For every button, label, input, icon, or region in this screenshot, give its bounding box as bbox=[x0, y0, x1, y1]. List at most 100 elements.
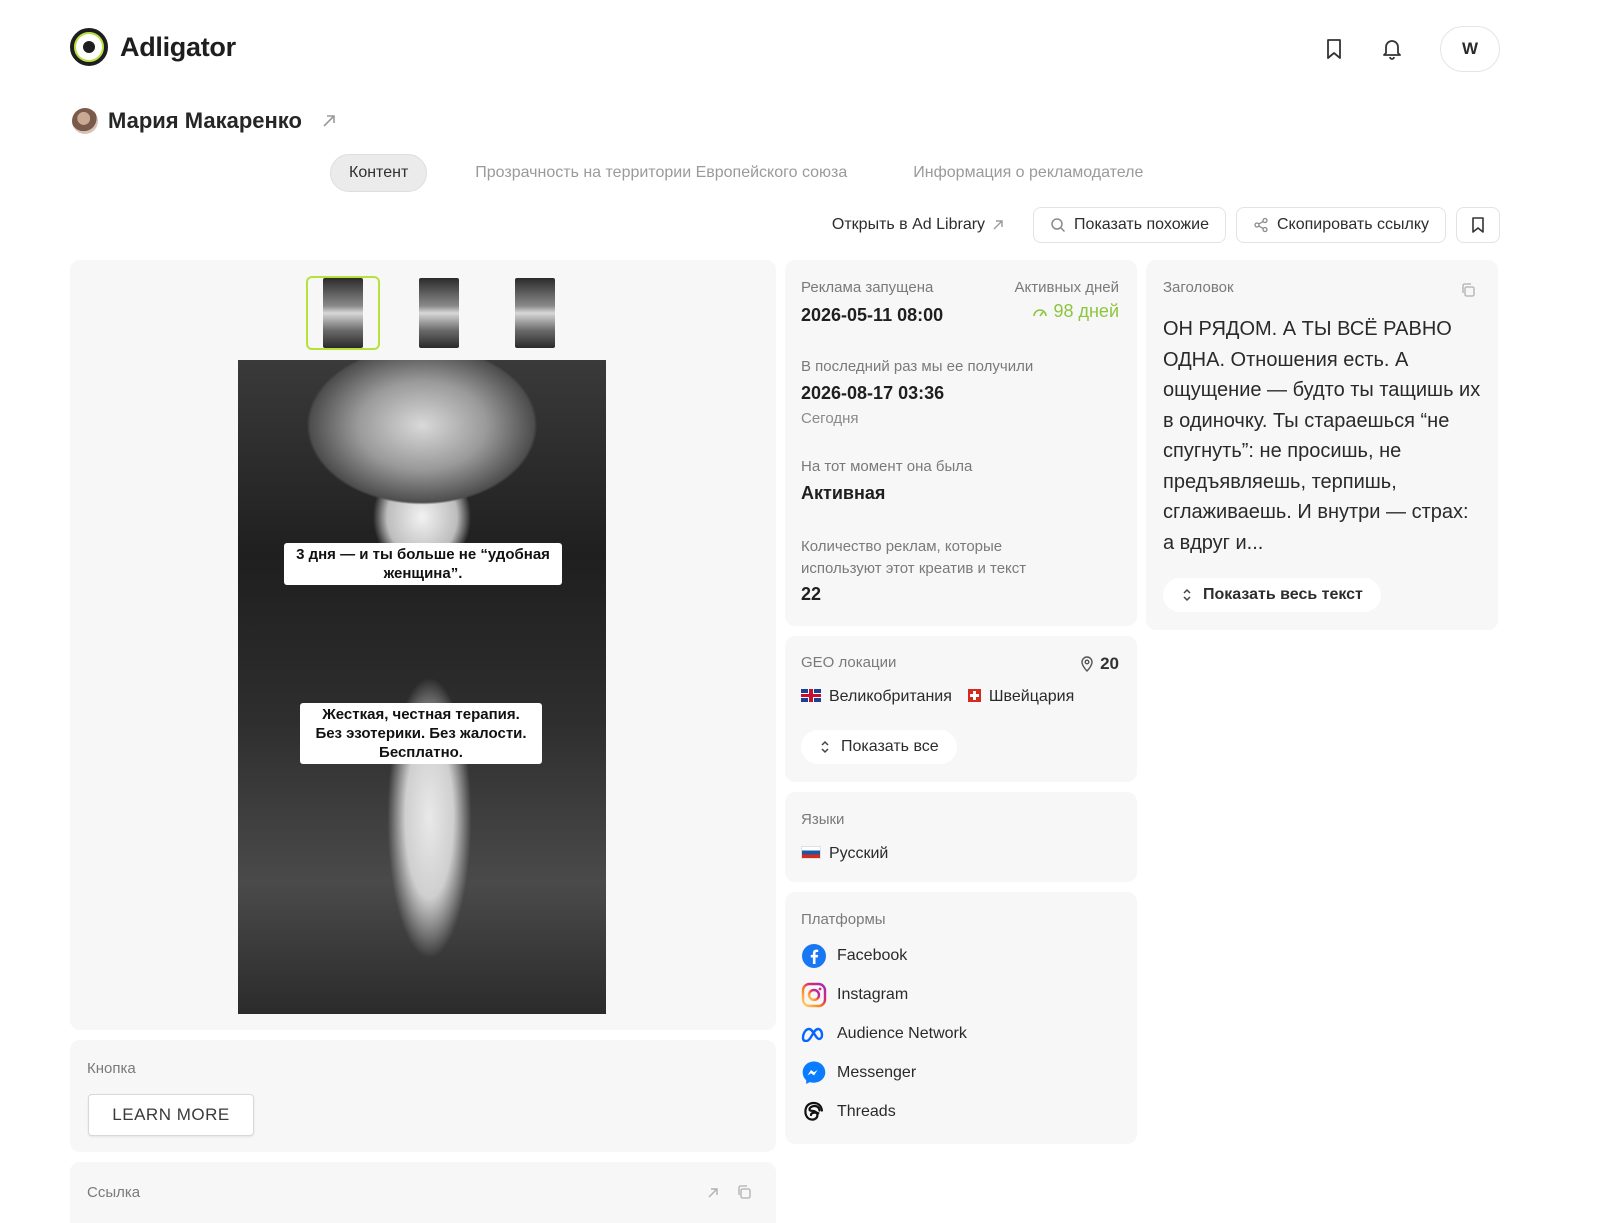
show-full-text-label: Показать весь текст bbox=[1203, 586, 1363, 603]
copy-icon[interactable] bbox=[736, 1184, 752, 1200]
location-pin-icon bbox=[1081, 656, 1093, 672]
platform-name: Audience Network bbox=[837, 1025, 967, 1042]
show-similar-label: Показать похожие bbox=[1074, 216, 1209, 233]
country-item: Швейцария bbox=[967, 688, 1075, 706]
languages-panel: Языки Русский bbox=[785, 792, 1137, 882]
ad-count-value: 22 bbox=[801, 584, 822, 604]
open-ad-library-label: Открыть в Ad Library bbox=[831, 216, 986, 233]
geo-count-value: 20 bbox=[1100, 654, 1119, 673]
creative-caption-bottom: Жесткая, честная терапия. Без эзотерики.… bbox=[300, 703, 542, 764]
headline-label: Заголовок bbox=[1163, 279, 1234, 296]
ad-count-label: Количество реклам, которые используют эт… bbox=[801, 538, 1027, 577]
geo-countries: Великобритания Швейцария bbox=[801, 688, 1074, 706]
action-bar: Открыть в Ad Library Показать похожие Ск… bbox=[832, 207, 1500, 243]
logo[interactable]: Adligator bbox=[70, 28, 236, 66]
messenger-icon bbox=[801, 1060, 827, 1086]
active-days-value: 98 дней bbox=[1053, 301, 1119, 321]
instagram-icon bbox=[801, 982, 827, 1008]
user-avatar-button[interactable]: W bbox=[1440, 26, 1500, 72]
creative-caption-top: 3 дня — и ты больше не “удобная женщина”… bbox=[284, 543, 562, 585]
thumbnail-image bbox=[515, 278, 555, 348]
languages-label: Языки bbox=[801, 811, 845, 828]
platform-name: Instagram bbox=[837, 986, 909, 1003]
last-seen-value: 2026-08-17 03:36 bbox=[801, 383, 945, 403]
launched-label: Реклама запущена bbox=[801, 279, 934, 296]
creative-image[interactable]: 3 дня — и ты больше не “удобная женщина”… bbox=[238, 360, 606, 1014]
uk-flag-icon bbox=[801, 689, 821, 702]
show-full-text-button[interactable]: Показать весь текст bbox=[1163, 578, 1381, 612]
thumbnail-3[interactable] bbox=[498, 276, 572, 350]
advertiser-avatar bbox=[72, 108, 98, 134]
save-bookmark-button[interactable] bbox=[1456, 207, 1500, 243]
last-seen-label: В последний раз мы ее получили bbox=[801, 358, 1034, 375]
facebook-icon bbox=[801, 943, 827, 969]
country-name: Швейцария bbox=[988, 688, 1075, 705]
platform-threads: Threads bbox=[801, 1099, 896, 1125]
show-all-geo-button[interactable]: Показать все bbox=[801, 730, 957, 764]
switzerland-flag-icon bbox=[967, 689, 981, 702]
platform-name: Messenger bbox=[837, 1064, 917, 1081]
language-name: Русский bbox=[829, 845, 889, 862]
external-link-icon bbox=[993, 220, 1003, 230]
bell-icon[interactable] bbox=[1374, 31, 1410, 67]
platform-audience-network: Audience Network bbox=[801, 1021, 967, 1047]
geo-panel: GEO локации 20 Великобритания Швейцария … bbox=[785, 636, 1137, 782]
show-similar-button[interactable]: Показать похожие bbox=[1033, 207, 1226, 243]
thumbnail-1[interactable] bbox=[306, 276, 380, 350]
top-icons: W bbox=[1316, 26, 1500, 72]
expand-icon bbox=[1183, 588, 1191, 602]
external-link-icon[interactable] bbox=[320, 112, 338, 130]
thumbnail-image bbox=[323, 278, 363, 348]
language-item: Русский bbox=[801, 845, 888, 863]
bookmark-icon bbox=[1472, 217, 1484, 233]
country-name: Великобритания bbox=[829, 688, 952, 705]
show-all-geo-label: Показать все bbox=[841, 738, 939, 755]
learn-more-button[interactable]: LEARN MORE bbox=[88, 1094, 254, 1136]
headline-panel: Заголовок ОН РЯДОМ. А ТЫ ВСЁ РАВНО ОДНА.… bbox=[1146, 260, 1498, 630]
status-label: На тот момент она была bbox=[801, 458, 973, 475]
bookmark-icon[interactable] bbox=[1316, 31, 1352, 67]
thumbnail-strip bbox=[306, 276, 572, 350]
thumbnail-image bbox=[419, 278, 459, 348]
cta-button-panel: Кнопка LEARN MORE bbox=[70, 1040, 776, 1152]
tab-advertiser-info[interactable]: Информация о рекламодателе bbox=[895, 155, 1161, 191]
platform-name: Facebook bbox=[837, 947, 908, 964]
media-panel: 3 дня — и ты больше не “удобная женщина”… bbox=[70, 260, 776, 1030]
launched-value: 2026-05-11 08:00 bbox=[801, 305, 944, 325]
platform-facebook: Facebook bbox=[801, 943, 907, 969]
link-panel: Ссылка bbox=[70, 1162, 776, 1223]
top-bar: Adligator W bbox=[0, 0, 1600, 96]
open-ad-library-link[interactable]: Открыть в Ad Library bbox=[832, 216, 1005, 234]
tab-content[interactable]: Контент bbox=[330, 154, 428, 192]
cta-section-label: Кнопка bbox=[87, 1060, 136, 1077]
share-icon bbox=[1254, 217, 1268, 233]
threads-icon bbox=[801, 1099, 827, 1125]
platform-name: Threads bbox=[837, 1103, 896, 1120]
copy-icon[interactable] bbox=[1460, 282, 1476, 298]
stats-panel: Реклама запущена 2026-05-11 08:00 Активн… bbox=[785, 260, 1137, 626]
external-link-icon[interactable] bbox=[706, 1186, 720, 1200]
platform-messenger: Messenger bbox=[801, 1060, 916, 1086]
tabs: Контент Прозрачность на территории Европ… bbox=[330, 154, 1161, 192]
geo-count: 20 bbox=[1080, 654, 1119, 674]
active-days: 98 дней bbox=[1032, 301, 1119, 322]
active-days-label: Активных дней bbox=[1014, 279, 1119, 296]
platforms-label: Платформы bbox=[801, 911, 886, 928]
country-item: Великобритания bbox=[801, 688, 952, 706]
expand-icon bbox=[821, 740, 829, 754]
thumbnail-2[interactable] bbox=[402, 276, 476, 350]
logo-text: Adligator bbox=[120, 31, 236, 62]
speedometer-icon bbox=[1033, 308, 1048, 316]
advertiser-name[interactable]: Мария Макаренко bbox=[108, 108, 302, 134]
copy-link-label: Скопировать ссылку bbox=[1276, 216, 1429, 233]
tab-eu-transparency[interactable]: Прозрачность на территории Европейского … bbox=[457, 155, 865, 191]
search-icon bbox=[1051, 218, 1066, 233]
link-section-label: Ссылка bbox=[87, 1184, 141, 1201]
geo-label: GEO локации bbox=[801, 654, 897, 671]
last-seen-note: Сегодня bbox=[801, 410, 859, 427]
platform-instagram: Instagram bbox=[801, 982, 908, 1008]
headline-text: ОН РЯДОМ. А ТЫ ВСЁ РАВНО ОДНА. Отношения… bbox=[1163, 318, 1481, 554]
meta-icon bbox=[801, 1021, 827, 1047]
platforms-panel: Платформы Facebook Instagram Audience Ne… bbox=[785, 892, 1137, 1144]
copy-link-button[interactable]: Скопировать ссылку bbox=[1235, 207, 1446, 243]
